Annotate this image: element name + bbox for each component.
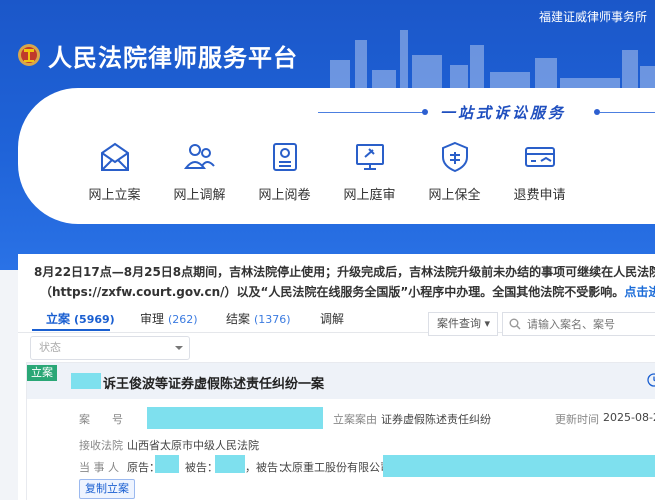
case-header: 立案 诉王俊波等证券虚假陈述责任纠纷一案 — [27, 363, 655, 399]
tab-mediation[interactable]: 调解 — [320, 310, 344, 327]
tab-label: 审理 — [140, 312, 165, 326]
slogan-divider-right — [600, 112, 655, 113]
service-label: 网上调解 — [173, 188, 226, 203]
tab-count: (5969) — [74, 313, 115, 326]
service-label: 网上保全 — [428, 188, 481, 203]
tab-label: 立案 — [46, 312, 71, 326]
notice-line-2: （https://zxfw.court.gov.cn/）以及“人民法院在线服务全… — [34, 282, 655, 302]
case-number-label: 案 号 — [79, 413, 123, 426]
case-status-tag: 立案 — [27, 365, 57, 381]
redaction-mask — [71, 373, 101, 389]
status-select[interactable]: 状态 — [30, 336, 190, 360]
case-title[interactable]: 诉王俊波等证券虚假陈述责任纠纷一案 — [103, 373, 324, 392]
platform-title: 人民法院律师服务平台 — [48, 44, 298, 72]
case-search-box[interactable] — [502, 312, 655, 336]
people-icon — [183, 144, 215, 169]
tab-label: 结案 — [226, 312, 251, 326]
service-online-mediation[interactable]: 网上调解 — [157, 140, 242, 203]
slogan-banner: 一站式诉讼服务 — [318, 102, 655, 122]
updated-value: 2025-08-26 — [603, 411, 655, 424]
tab-closed[interactable]: 结案 (1376) — [226, 310, 291, 327]
service-label: 退费申请 — [513, 188, 566, 203]
cause-value: 证券虚假陈述责任纠纷 — [381, 413, 491, 426]
service-refund-application[interactable]: 退费申请 — [497, 140, 582, 203]
tab-trial[interactable]: 审理 (262) — [140, 310, 198, 327]
copy-filing-button[interactable]: 复制立案 — [79, 479, 135, 499]
header-banner: 福建证威律师事务所 人民法院律师服务平台 一站式诉讼服务 网上立案 网上调解 网… — [0, 0, 655, 270]
search-input[interactable] — [527, 316, 655, 332]
document-icon — [272, 143, 297, 171]
refund-card-icon — [524, 147, 555, 167]
clock-icon[interactable] — [647, 373, 655, 387]
court-label: 接收法院 — [79, 439, 123, 452]
redaction-mask — [215, 455, 245, 473]
notice-line-1: 8月22日17点—8月25日8点期间，吉林法院停止使用；升级完成后，吉林法院升级… — [34, 265, 655, 279]
court-emblem-icon — [18, 44, 40, 66]
redaction-mask — [383, 455, 655, 477]
tab-count: (262) — [168, 313, 198, 326]
cause-label: 立案案由 — [333, 413, 377, 426]
redaction-mask — [147, 407, 323, 429]
notice-line-2-text: （https://zxfw.court.gov.cn/）以及“人民法院在线服务全… — [40, 285, 625, 299]
tab-label: 调解 — [320, 312, 345, 326]
service-online-file-review[interactable]: 网上阅卷 — [242, 140, 327, 203]
redaction-mask — [155, 455, 179, 473]
search-icon — [509, 318, 521, 330]
service-online-hearing[interactable]: 网上庭审 — [327, 140, 412, 203]
gavel-screen-icon — [355, 144, 384, 170]
tab-filing[interactable]: 立案 (5969) — [46, 310, 115, 327]
defendant2-value: 太原重工股份有限公司 — [281, 461, 391, 474]
service-panel: 一站式诉讼服务 网上立案 网上调解 网上阅卷 网上庭审 网上保全 退费申请 — [18, 88, 655, 224]
case-item[interactable]: 立案 诉王俊波等证券虚假陈述责任纠纷一案 案 号 立案案由 证券虚假陈述责任纠纷… — [26, 362, 655, 500]
service-label: 网上阅卷 — [258, 188, 311, 203]
shield-icon — [441, 141, 468, 173]
slogan-text: 一站式诉讼服务 — [440, 104, 567, 122]
active-tab-indicator — [32, 329, 110, 331]
service-label: 网上立案 — [88, 188, 141, 203]
court-value: 山西省太原市中级人民法院 — [127, 439, 259, 452]
updated-label: 更新时间 — [555, 413, 599, 426]
status-placeholder: 状态 — [39, 341, 61, 354]
system-notice: 8月22日17点—8月25日8点期间，吉林法院停止使用；升级完成后，吉林法院升级… — [18, 262, 655, 302]
service-label: 网上庭审 — [343, 188, 396, 203]
tab-count: (1376) — [254, 313, 291, 326]
law-firm-name[interactable]: 福建证威律师事务所 — [539, 8, 647, 25]
service-online-preservation[interactable]: 网上保全 — [412, 140, 497, 203]
query-type-dropdown[interactable]: 案件查询 ▾ — [428, 312, 498, 336]
query-type-value: 案件查询 — [437, 317, 481, 330]
case-list-card: 8月22日17点—8月25日8点期间，吉林法院停止使用；升级完成后，吉林法院升级… — [18, 254, 655, 500]
mail-envelope-icon — [100, 142, 129, 171]
chevron-down-icon — [175, 346, 183, 350]
party-label: 当 事 人 — [79, 461, 119, 474]
service-online-filing[interactable]: 网上立案 — [72, 140, 157, 203]
slogan-dot — [422, 109, 428, 115]
defendant-prefix: 被告： — [185, 461, 218, 474]
service-menu: 网上立案 网上调解 网上阅卷 网上庭审 网上保全 退费申请 — [72, 140, 582, 203]
notice-link[interactable]: 点击进 — [624, 285, 655, 299]
slogan-divider-left — [318, 112, 424, 113]
